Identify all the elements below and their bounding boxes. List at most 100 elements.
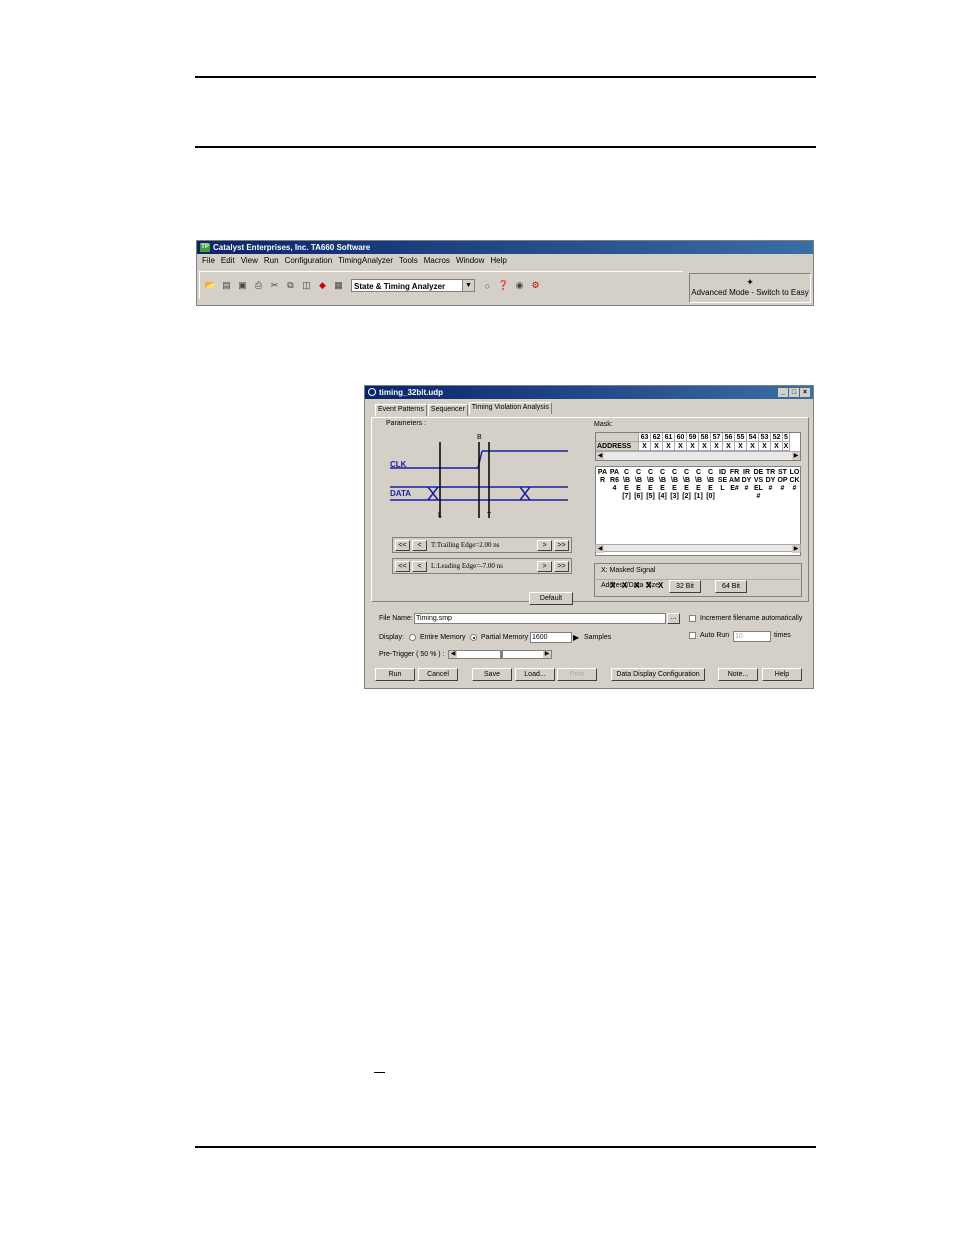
- mask-options-group: X: Masked Signal Address/Data Size 32 Bi…: [594, 563, 802, 597]
- menu-timing-analyzer[interactable]: TimingAnalyzer: [338, 254, 393, 268]
- file-name-input[interactable]: Timing.smp: [414, 613, 666, 624]
- tab-sequencer[interactable]: Sequencer: [427, 404, 468, 416]
- menu-macros[interactable]: Macros: [424, 254, 450, 268]
- chevron-down-icon[interactable]: ▼: [462, 280, 474, 291]
- probe-icon[interactable]: ⚙: [529, 280, 542, 292]
- header-rule-bottom: [195, 146, 816, 148]
- copy-icon[interactable]: ⧉: [284, 280, 297, 292]
- menu-edit[interactable]: Edit: [221, 254, 235, 268]
- slider-thumb[interactable]: [500, 651, 503, 658]
- address-mask-cell[interactable]: X: [783, 442, 790, 451]
- address-mask-cell[interactable]: X: [711, 442, 723, 451]
- parameters-legend: Parameters :: [384, 420, 429, 427]
- address-mask-cell[interactable]: X: [663, 442, 675, 451]
- address-bit-cell: 63: [639, 433, 651, 442]
- note-button[interactable]: Note...: [718, 668, 758, 681]
- header-rule-top: [195, 76, 816, 78]
- leading-next-button[interactable]: >: [537, 560, 552, 572]
- scroll-right-icon[interactable]: ▶: [792, 452, 800, 460]
- print-button[interactable]: Print: [557, 668, 597, 681]
- help-button[interactable]: Help: [762, 668, 802, 681]
- run-settings-icon[interactable]: ◆: [316, 280, 329, 292]
- stop-icon[interactable]: ○: [481, 280, 494, 292]
- slider-left-icon[interactable]: ◀: [449, 651, 457, 658]
- default-button[interactable]: Default: [529, 592, 573, 605]
- samples-spin-icon[interactable]: ▶: [573, 633, 579, 642]
- trailing-last-button[interactable]: >>: [554, 539, 569, 551]
- trailing-next-button[interactable]: >: [537, 539, 552, 551]
- magic-wand-icon: ✦: [746, 277, 754, 287]
- menu-tools[interactable]: Tools: [399, 254, 418, 268]
- app-window-screenshot: TP Catalyst Enterprises, Inc. TA660 Soft…: [196, 240, 814, 306]
- new-file-icon[interactable]: ▤: [220, 280, 233, 292]
- paste-icon[interactable]: ◫: [300, 280, 313, 292]
- minimize-icon[interactable]: _: [778, 388, 788, 397]
- address-mask-cell[interactable]: X: [735, 442, 747, 451]
- leading-first-button[interactable]: <<: [395, 560, 410, 572]
- dialog-tabs: Event Patterns Sequencer Timing Violatio…: [375, 402, 553, 416]
- trailing-first-button[interactable]: <<: [395, 539, 410, 551]
- print-icon[interactable]: ⎙: [252, 280, 265, 292]
- address-mask-cell[interactable]: X: [771, 442, 783, 451]
- address-mask-cell[interactable]: X: [747, 442, 759, 451]
- tab-panel: Parameters : CLK DATA B L T << < T:Trail…: [371, 417, 809, 605]
- slider-right-icon[interactable]: ▶: [543, 651, 551, 658]
- close-icon[interactable]: ×: [800, 388, 810, 397]
- address-mask-cell[interactable]: X: [699, 442, 711, 451]
- scroll-left-icon[interactable]: ◀: [596, 545, 604, 553]
- toolbar: 📂 ▤ ▣ ⎙ ✂ ⧉ ◫ ◆ ▦ State & Timing Analyze…: [199, 271, 683, 299]
- signal-column: C\BE[5]: [646, 469, 655, 500]
- signal-scrollbar[interactable]: ◀ ▶: [595, 544, 801, 553]
- tab-timing-violation-analysis[interactable]: Timing Violation Analysis: [468, 402, 552, 414]
- menu-file[interactable]: File: [202, 254, 215, 268]
- clk-label: CLK: [390, 460, 407, 469]
- mask-legend: Mask:: [594, 421, 613, 428]
- advanced-mode-button[interactable]: ✦ Advanced Mode - Switch to Easy: [689, 273, 811, 303]
- data-display-configuration-button[interactable]: Data Display Configuration: [611, 668, 705, 681]
- leading-last-button[interactable]: >>: [554, 560, 569, 572]
- auto-run-count-input[interactable]: 10: [733, 631, 771, 642]
- 64-bit-button[interactable]: 64 Bit: [715, 580, 747, 593]
- address-mask-cell[interactable]: X: [687, 442, 699, 451]
- load-button[interactable]: Load...: [515, 668, 555, 681]
- open-folder-icon[interactable]: 📂: [204, 280, 217, 292]
- analyzer-mode-select[interactable]: State & Timing Analyzer ▼: [351, 279, 475, 292]
- menu-run[interactable]: Run: [264, 254, 279, 268]
- scroll-left-icon[interactable]: ◀: [596, 452, 604, 460]
- tab-event-patterns[interactable]: Event Patterns: [375, 404, 427, 416]
- browse-button[interactable]: ...: [667, 613, 680, 624]
- maximize-icon[interactable]: □: [789, 388, 799, 397]
- menu-window[interactable]: Window: [456, 254, 484, 268]
- calendar-icon[interactable]: ▦: [332, 280, 345, 292]
- address-scrollbar[interactable]: ◀ ▶: [596, 451, 800, 460]
- menu-view[interactable]: View: [241, 254, 258, 268]
- save-button[interactable]: Save: [472, 668, 512, 681]
- times-label: times: [774, 632, 791, 639]
- address-mask-cell[interactable]: X: [723, 442, 735, 451]
- pre-trigger-slider[interactable]: ◀ ▶: [448, 650, 552, 659]
- save-icon[interactable]: ▣: [236, 280, 249, 292]
- run-button[interactable]: Run: [375, 668, 415, 681]
- auto-run-checkbox[interactable]: [689, 632, 696, 639]
- advanced-mode-label: Advanced Mode - Switch to Easy: [691, 288, 809, 297]
- leading-prev-button[interactable]: <: [412, 560, 427, 572]
- scroll-right-icon[interactable]: ▶: [792, 545, 800, 553]
- cut-icon[interactable]: ✂: [268, 280, 281, 292]
- entire-memory-radio[interactable]: [409, 634, 416, 641]
- address-mask-cell[interactable]: X: [675, 442, 687, 451]
- address-mask-cell[interactable]: X: [639, 442, 651, 451]
- 32-bit-button[interactable]: 32 Bit: [669, 580, 701, 593]
- address-mask-cell[interactable]: X: [759, 442, 771, 451]
- increment-filename-checkbox[interactable]: [689, 615, 696, 622]
- cancel-button[interactable]: Cancel: [418, 668, 458, 681]
- address-mask-cell[interactable]: X: [651, 442, 663, 451]
- menu-help[interactable]: Help: [490, 254, 506, 268]
- signal-column: IRDY#: [741, 469, 752, 492]
- trailing-prev-button[interactable]: <: [412, 539, 427, 551]
- record-icon[interactable]: ◉: [513, 280, 526, 292]
- menu-configuration[interactable]: Configuration: [285, 254, 333, 268]
- partial-memory-radio[interactable]: [470, 634, 477, 641]
- context-help-icon[interactable]: ❓: [497, 280, 510, 292]
- samples-input[interactable]: 1600: [530, 632, 572, 643]
- address-bit-cell: 52: [771, 433, 783, 442]
